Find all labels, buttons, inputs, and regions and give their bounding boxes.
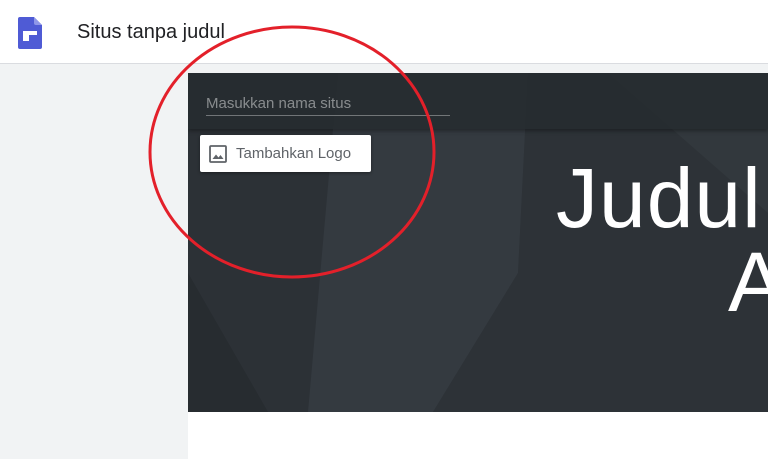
- site-canvas: Tambahkan Logo Judul A: [188, 73, 768, 459]
- add-logo-button[interactable]: Tambahkan Logo: [200, 135, 371, 172]
- hero-section[interactable]: Tambahkan Logo Judul A: [188, 73, 768, 412]
- google-sites-icon[interactable]: [18, 17, 42, 49]
- hero-title-line-2[interactable]: A: [728, 235, 768, 329]
- image-icon: [209, 144, 227, 163]
- add-logo-label: Tambahkan Logo: [236, 145, 352, 162]
- site-header: [188, 73, 768, 129]
- hero-title[interactable]: Judul: [556, 151, 762, 245]
- document-title[interactable]: Situs tanpa judul: [77, 20, 225, 44]
- site-name-input[interactable]: [206, 91, 450, 116]
- top-bar: Situs tanpa judul: [0, 0, 768, 64]
